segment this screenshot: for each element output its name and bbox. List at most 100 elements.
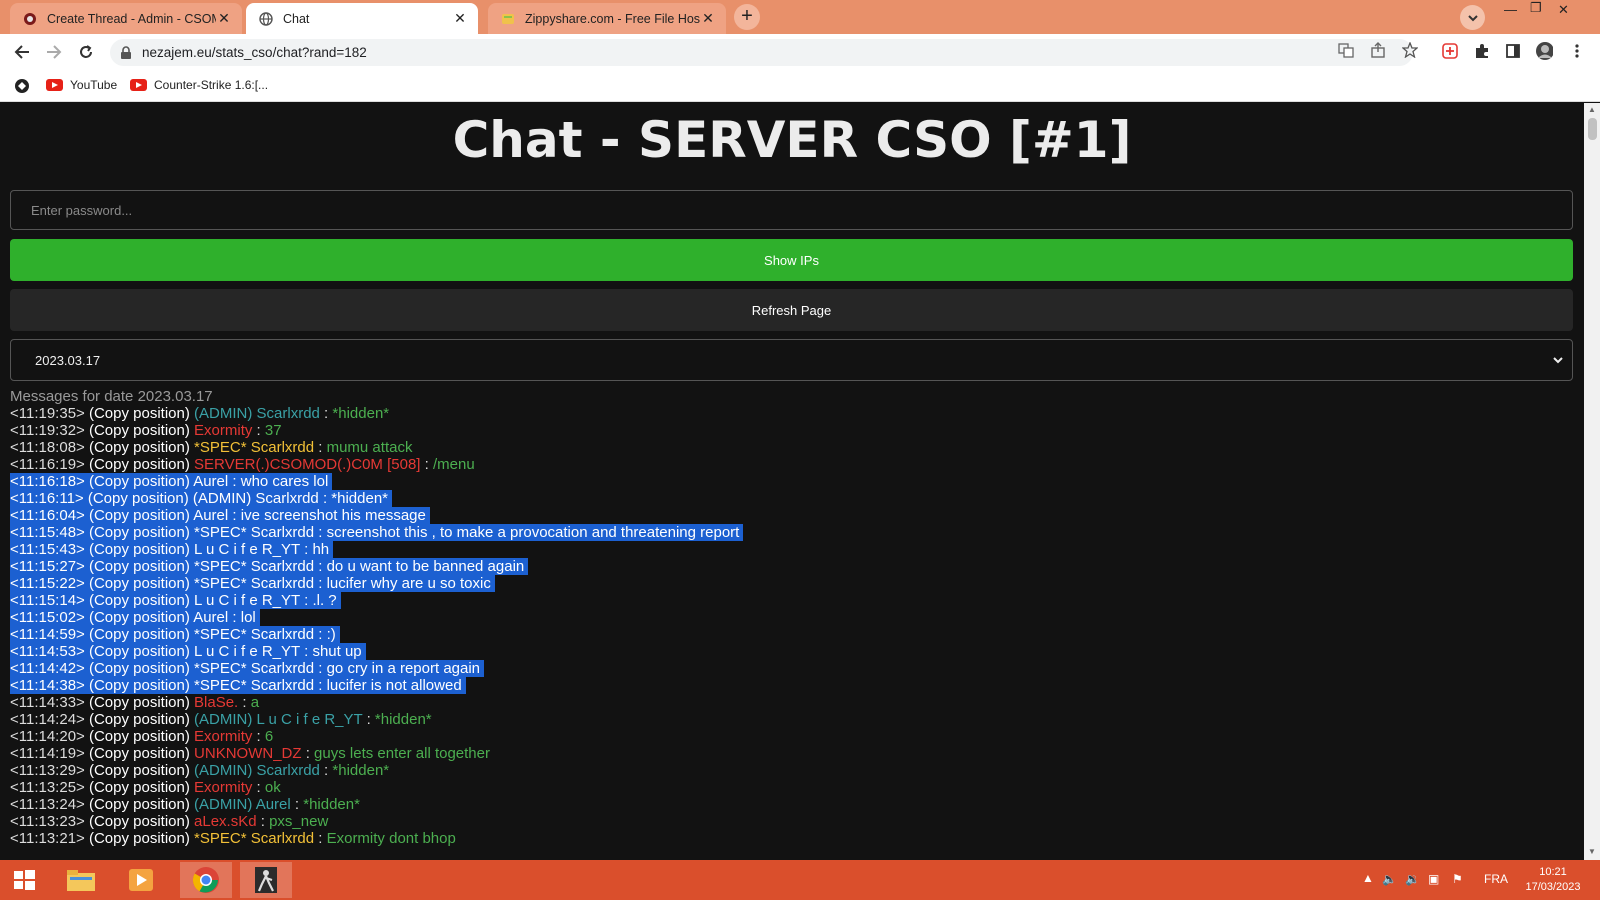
- message-author: Exormity: [194, 422, 253, 439]
- bookmark-star-icon[interactable]: [1401, 41, 1419, 59]
- copy-position-link[interactable]: (Copy position): [89, 660, 190, 677]
- copy-position-link[interactable]: (Copy position): [89, 507, 190, 524]
- chat-page: Chat - SERVER CSO [#1] Show IPs Refresh …: [0, 103, 1584, 860]
- copy-position-link[interactable]: (Copy position): [89, 745, 190, 762]
- chat-message-row: <11:15:14> (Copy position) L u C i f e R…: [10, 592, 743, 609]
- tab-zippyshare[interactable]: Zippyshare.com - Free File Hostin ✕: [488, 3, 726, 34]
- copy-position-link[interactable]: (Copy position): [89, 439, 190, 456]
- language-indicator[interactable]: FRA: [1484, 872, 1508, 886]
- copy-position-link[interactable]: (Copy position): [88, 490, 189, 507]
- chat-message-row: <11:16:11> (Copy position) (ADMIN) Scarl…: [10, 490, 743, 507]
- system-clock[interactable]: 10:21 17/03/2023: [1518, 865, 1588, 895]
- message-timestamp: <11:16:18>: [10, 473, 85, 490]
- close-tab-icon[interactable]: ✕: [700, 10, 716, 27]
- tab-create-thread[interactable]: Create Thread - Admin - CSOMO ✕: [10, 3, 242, 34]
- tray-overflow-icon[interactable]: ▲: [1362, 871, 1374, 885]
- date-select[interactable]: 2023.03.17: [10, 339, 1573, 381]
- password-input[interactable]: [10, 190, 1573, 230]
- scrollbar-thumb[interactable]: [1588, 118, 1597, 140]
- copy-position-link[interactable]: (Copy position): [89, 592, 190, 609]
- media-player-icon[interactable]: [115, 862, 167, 898]
- volume-icon[interactable]: 🔈: [1382, 872, 1397, 886]
- copy-position-link[interactable]: (Copy position): [89, 422, 190, 439]
- minimize-icon[interactable]: —: [1504, 2, 1517, 17]
- message-author: (ADMIN) Aurel: [194, 796, 291, 813]
- message-text: lucifer why are u so toxic: [326, 575, 491, 592]
- message-author: *SPEC* Scarlxrdd: [194, 660, 315, 677]
- extensions-puzzle-icon[interactable]: [1473, 42, 1491, 60]
- copy-position-link[interactable]: (Copy position): [89, 456, 190, 473]
- restore-icon[interactable]: ❐: [1530, 0, 1542, 16]
- bookmark-counter-strike[interactable]: Counter-Strike 1.6:[...: [130, 78, 268, 92]
- bookmark-youtube[interactable]: YouTube: [46, 78, 117, 92]
- profile-avatar[interactable]: [1535, 42, 1553, 60]
- youtube-icon: [130, 79, 147, 91]
- more-menu-icon[interactable]: [1568, 42, 1586, 60]
- message-author: UNKNOWN_DZ: [194, 745, 302, 762]
- bookmarks-bar: YouTube Counter-Strike 1.6:[...: [0, 70, 1600, 102]
- share-icon[interactable]: [1369, 41, 1387, 59]
- translate-icon[interactable]: [1337, 41, 1355, 59]
- tab-strip: Create Thread - Admin - CSOMO ✕ Chat ✕ Z…: [0, 0, 1600, 34]
- chat-message-row: <11:13:24> (Copy position) (ADMIN) Aurel…: [10, 796, 743, 813]
- tab-chat[interactable]: Chat ✕: [246, 3, 478, 34]
- address-bar[interactable]: nezajem.eu/stats_cso/chat?rand=182: [110, 39, 1413, 66]
- file-explorer-icon[interactable]: [55, 862, 107, 898]
- copy-position-link[interactable]: (Copy position): [89, 609, 190, 626]
- network-icon[interactable]: ▣: [1428, 872, 1439, 886]
- message-author: L u C i f e R_YT: [194, 643, 300, 660]
- back-icon[interactable]: [12, 42, 32, 62]
- copy-position-link[interactable]: (Copy position): [89, 524, 190, 541]
- chat-message-row: <11:19:35> (Copy position) (ADMIN) Scarl…: [10, 405, 743, 422]
- action-center-flag-icon[interactable]: ⚑: [1452, 872, 1463, 886]
- start-windows-icon[interactable]: [0, 862, 48, 898]
- counter-strike-icon[interactable]: [240, 862, 292, 898]
- copy-position-link[interactable]: (Copy position): [89, 677, 190, 694]
- copy-position-link[interactable]: (Copy position): [89, 711, 190, 728]
- new-tab-button[interactable]: +: [734, 4, 760, 30]
- copy-position-link[interactable]: (Copy position): [89, 779, 190, 796]
- close-window-icon[interactable]: ✕: [1558, 2, 1569, 18]
- message-separator: :: [299, 592, 313, 609]
- message-author: aLex.sKd: [194, 813, 257, 830]
- reload-icon[interactable]: [76, 42, 96, 62]
- page-scrollbar[interactable]: ▲ ▼: [1584, 103, 1600, 860]
- message-text: lucifer is not allowed: [326, 677, 462, 694]
- scroll-up-arrow-icon[interactable]: ▲: [1588, 105, 1596, 114]
- copy-position-link[interactable]: (Copy position): [89, 796, 190, 813]
- copy-position-link[interactable]: (Copy position): [89, 762, 190, 779]
- copy-position-link[interactable]: (Copy position): [89, 473, 190, 490]
- copy-position-link[interactable]: (Copy position): [89, 728, 190, 745]
- show-ips-button[interactable]: Show IPs: [10, 239, 1573, 281]
- close-tab-icon[interactable]: ✕: [216, 10, 232, 27]
- bookmark-site-icon[interactable]: [14, 78, 30, 94]
- copy-position-link[interactable]: (Copy position): [89, 643, 190, 660]
- copy-position-link[interactable]: (Copy position): [89, 541, 190, 558]
- copy-position-link[interactable]: (Copy position): [89, 694, 190, 711]
- tab-search-button[interactable]: [1460, 5, 1485, 30]
- scroll-down-arrow-icon[interactable]: ▼: [1588, 847, 1596, 856]
- forward-icon[interactable]: [44, 42, 64, 62]
- copy-position-link[interactable]: (Copy position): [89, 405, 190, 422]
- message-text: .l. ?: [312, 592, 337, 609]
- message-author: *SPEC* Scarlxrdd: [194, 558, 315, 575]
- extension-red-icon[interactable]: [1441, 42, 1459, 60]
- message-author: L u C i f e R_YT: [194, 592, 300, 609]
- copy-position-link[interactable]: (Copy position): [89, 575, 190, 592]
- chrome-icon[interactable]: [180, 862, 232, 898]
- chat-message-row: <11:15:48> (Copy position) *SPEC* Scarlx…: [10, 524, 744, 541]
- refresh-page-button[interactable]: Refresh Page: [10, 289, 1573, 331]
- copy-position-link[interactable]: (Copy position): [89, 813, 190, 830]
- speaker-icon[interactable]: 🔉: [1405, 872, 1420, 886]
- copy-position-link[interactable]: (Copy position): [89, 626, 190, 643]
- message-separator: :: [314, 524, 327, 541]
- copy-position-link[interactable]: (Copy position): [89, 830, 190, 847]
- close-tab-icon[interactable]: ✕: [452, 10, 468, 27]
- copy-position-link[interactable]: (Copy position): [89, 558, 190, 575]
- chat-message-row: <11:19:32> (Copy position) Exormity : 37: [10, 422, 743, 439]
- bookmark-label: YouTube: [70, 78, 118, 92]
- message-timestamp: <11:16:19>: [10, 456, 85, 473]
- message-timestamp: <11:14:19>: [10, 745, 85, 762]
- side-panel-icon[interactable]: [1504, 42, 1522, 60]
- zippyshare-favicon-icon: [500, 11, 516, 27]
